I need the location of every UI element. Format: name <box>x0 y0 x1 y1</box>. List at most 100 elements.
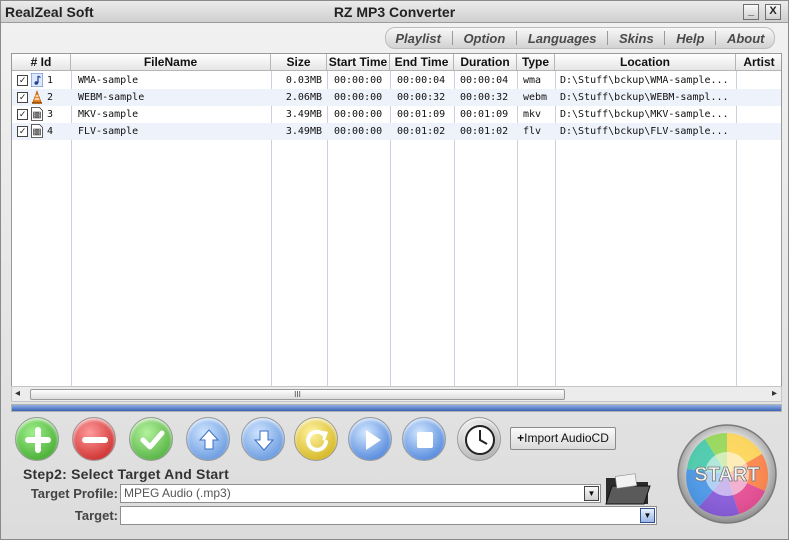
row-filename: WMA-sample <box>78 75 139 86</box>
target-profile-label: Target Profile: <box>30 486 118 501</box>
progress-bar <box>11 404 782 412</box>
refresh-icon <box>306 429 328 452</box>
vlc-cone-icon <box>32 90 42 104</box>
scroll-thumb[interactable]: III <box>30 389 565 400</box>
dropdown-arrow-icon[interactable]: ▼ <box>640 508 655 523</box>
column-header-id[interactable]: # Id <box>12 54 71 71</box>
import-audiocd-label: Import AudioCD <box>524 431 609 445</box>
column-header-location[interactable]: Location <box>555 54 736 71</box>
scroll-right-arrow-icon[interactable]: ▸ <box>772 388 777 399</box>
menu-option[interactable]: Option <box>463 31 505 46</box>
move-down-button[interactable] <box>241 417 285 461</box>
column-header-artist[interactable]: Artist <box>736 54 782 71</box>
minimize-icon: _ <box>747 5 755 17</box>
scroll-left-arrow-icon[interactable]: ◂ <box>15 388 20 399</box>
start-button[interactable]: START <box>677 419 777 529</box>
minimize-button[interactable]: _ <box>743 4 759 20</box>
row-checkbox[interactable]: ✓ <box>17 126 28 137</box>
column-header-duration[interactable]: Duration <box>454 54 517 71</box>
close-icon: X <box>769 5 777 17</box>
row-size: 3.49MB <box>285 109 322 120</box>
row-type: mkv <box>523 109 542 120</box>
video-file-icon <box>31 107 43 121</box>
browse-folder-icon[interactable] <box>604 472 652 506</box>
row-duration: 00:01:02 <box>460 126 509 137</box>
column-header-end-time[interactable]: End Time <box>390 54 454 71</box>
column-header-filename[interactable]: FileName <box>71 54 271 71</box>
row-type: flv <box>523 126 542 137</box>
row-end-time: 00:01:02 <box>397 126 446 137</box>
target-profile-select[interactable]: MPEG Audio (.mp3) ▼ <box>120 484 601 503</box>
timer-button[interactable] <box>457 417 501 461</box>
column-header-size[interactable]: Size <box>271 54 327 71</box>
play-icon <box>366 430 381 450</box>
row-duration: 00:00:04 <box>460 75 509 86</box>
row-filename: MKV-sample <box>78 109 139 120</box>
progress-fill <box>12 405 781 411</box>
row-checkbox[interactable]: ✓ <box>17 109 28 120</box>
menu-separator <box>715 31 717 45</box>
row-filename: FLV-sample <box>78 126 139 137</box>
check-all-button[interactable] <box>129 417 173 461</box>
add-button[interactable] <box>15 417 59 461</box>
video-file-icon <box>31 124 43 138</box>
menu-separator <box>607 31 609 45</box>
clock-icon <box>465 425 495 455</box>
row-size: 0.03MB <box>285 75 322 86</box>
row-checkbox[interactable]: ✓ <box>17 92 28 103</box>
move-up-icon <box>198 429 220 450</box>
table-row[interactable]: ✓ 3 MKV-sample 3.49MB 00:00:00 00:01:09 … <box>12 106 781 123</box>
row-size: 2.06MB <box>285 92 322 103</box>
row-id: 4 <box>47 126 54 137</box>
start-label: START <box>694 464 759 486</box>
stop-icon <box>417 432 433 448</box>
row-location: D:\Stuff\bckup\MKV-sample... <box>560 109 729 120</box>
row-start-time: 00:00:00 <box>334 126 383 137</box>
app-window: RealZeal Soft RZ MP3 Converter _ X Playl… <box>0 0 789 540</box>
remove-icon <box>82 437 108 443</box>
table-row[interactable]: ✓ 2 WEBM-sample 2.06MB 00:00:00 00:00:32… <box>12 89 781 106</box>
table-row[interactable]: ✓ 4 FLV-sample 3.49MB 00:00:00 00:01:02 … <box>12 123 781 140</box>
move-up-button[interactable] <box>186 417 230 461</box>
close-button[interactable]: X <box>765 4 781 20</box>
row-id: 2 <box>47 92 54 103</box>
row-start-time: 00:00:00 <box>334 75 383 86</box>
row-duration: 00:01:09 <box>460 109 509 120</box>
check-icon <box>140 430 165 450</box>
target-input[interactable]: ▼ <box>120 506 657 525</box>
row-start-time: 00:00:00 <box>334 109 383 120</box>
column-header-type[interactable]: Type <box>517 54 555 71</box>
scroll-grip-icon: III <box>294 390 301 399</box>
menu-about[interactable]: About <box>727 31 765 46</box>
menu-skins[interactable]: Skins <box>619 31 654 46</box>
menu-separator <box>451 31 453 45</box>
horizontal-scrollbar[interactable]: ◂ III ▸ <box>11 386 782 402</box>
row-start-time: 00:00:00 <box>334 92 383 103</box>
column-header-start-time[interactable]: Start Time <box>327 54 390 71</box>
add-icon <box>25 427 51 453</box>
row-filename: WEBM-sample <box>78 92 145 103</box>
menu-languages[interactable]: Languages <box>528 31 597 46</box>
dropdown-arrow-icon[interactable]: ▼ <box>584 486 599 501</box>
remove-button[interactable] <box>72 417 116 461</box>
menu-help[interactable]: Help <box>676 31 704 46</box>
menu-playlist[interactable]: Playlist <box>395 31 441 46</box>
refresh-button[interactable] <box>294 417 338 461</box>
window-title: RZ MP3 Converter <box>333 4 456 20</box>
move-down-icon <box>253 430 275 451</box>
menu-separator <box>664 31 666 45</box>
title-bar[interactable]: RealZeal Soft RZ MP3 Converter _ X <box>1 1 788 23</box>
menu-bar: Playlist Option Languages Skins Help Abo… <box>385 27 775 49</box>
row-location: D:\Stuff\bckup\WMA-sample... <box>560 75 729 86</box>
row-id: 1 <box>47 75 54 86</box>
table-header: # Id FileName Size Start Time End Time D… <box>12 54 781 71</box>
row-end-time: 00:01:09 <box>397 109 446 120</box>
stop-button[interactable] <box>402 417 446 461</box>
import-audiocd-button[interactable]: +Import AudioCD <box>510 427 616 450</box>
play-button[interactable] <box>348 417 392 461</box>
table-row[interactable]: ✓ 1 WMA-sample 0.03MB 00:00:00 00:00:04 … <box>12 72 781 89</box>
row-end-time: 00:00:04 <box>397 75 446 86</box>
row-size: 3.49MB <box>285 126 322 137</box>
row-checkbox[interactable]: ✓ <box>17 75 28 86</box>
row-id: 3 <box>47 109 54 120</box>
